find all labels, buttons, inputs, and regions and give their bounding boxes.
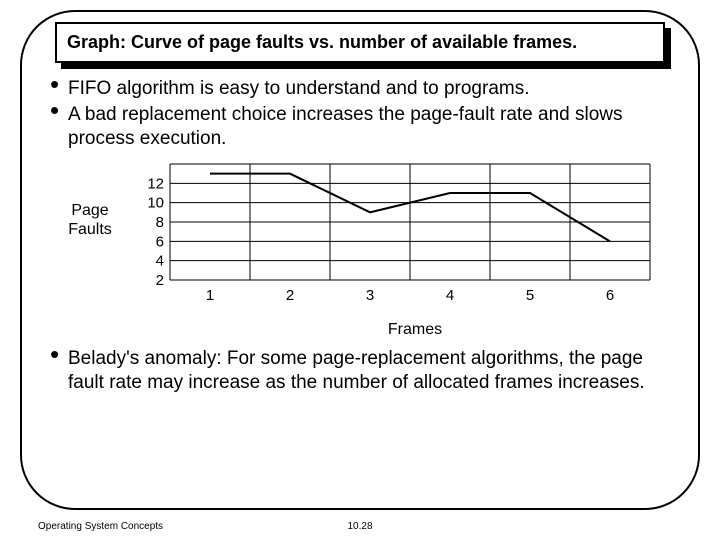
- line-chart: 24681012123456: [130, 158, 660, 318]
- bullet-item: Belady's anomaly: For some page-replacem…: [50, 347, 670, 395]
- bullet-item: FIFO algorithm is easy to understand and…: [50, 77, 670, 101]
- bullet-list-top: FIFO algorithm is easy to understand and…: [50, 77, 670, 150]
- svg-text:4: 4: [156, 253, 164, 270]
- bullet-list-bottom: Belady's anomaly: For some page-replacem…: [50, 347, 670, 395]
- svg-text:12: 12: [147, 176, 164, 193]
- svg-text:6: 6: [606, 287, 614, 304]
- svg-text:3: 3: [366, 287, 374, 304]
- chart-container: Page Faults 24681012123456 Frames: [70, 158, 670, 339]
- svg-text:10: 10: [147, 195, 164, 212]
- y-axis-label: Page Faults: [62, 202, 118, 239]
- footer-center: 10.28: [347, 521, 372, 532]
- x-axis-label: Frames: [160, 321, 670, 339]
- svg-text:8: 8: [156, 214, 164, 231]
- svg-text:2: 2: [286, 287, 294, 304]
- slide-title: Graph: Curve of page faults vs. number o…: [55, 22, 665, 63]
- svg-text:4: 4: [446, 287, 454, 304]
- svg-text:1: 1: [206, 287, 214, 304]
- svg-text:2: 2: [156, 272, 164, 289]
- svg-text:6: 6: [156, 234, 164, 251]
- bullet-item: A bad replacement choice increases the p…: [50, 103, 670, 151]
- title-container: Graph: Curve of page faults vs. number o…: [55, 22, 665, 63]
- slide-frame: Graph: Curve of page faults vs. number o…: [20, 10, 700, 510]
- svg-text:5: 5: [526, 287, 534, 304]
- footer-left: Operating System Concepts: [38, 521, 163, 532]
